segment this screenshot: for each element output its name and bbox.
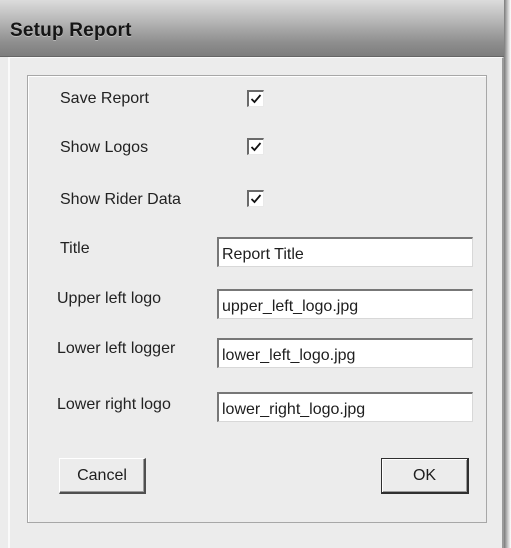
title-label: Title: [60, 240, 90, 257]
lower-right-logo-label: Lower right logo: [57, 396, 171, 413]
window-edge: [504, 0, 511, 548]
checkmark-icon: [250, 94, 262, 104]
ok-button[interactable]: OK: [381, 458, 469, 494]
upper-left-logo-label: Upper left logo: [57, 290, 162, 307]
save-report-checkbox[interactable]: [247, 90, 264, 107]
show-rider-data-label: Show Rider Data: [60, 191, 181, 208]
setup-report-dialog: Setup Report Save Report Show Logos Show…: [0, 0, 511, 548]
lower-left-logger-label: Lower left logger: [57, 340, 176, 357]
lower-left-logo-input[interactable]: [217, 338, 473, 368]
upper-left-logo-input[interactable]: [217, 289, 473, 319]
save-report-label: Save Report: [60, 90, 149, 107]
cancel-button[interactable]: Cancel: [59, 458, 146, 494]
title-bar[interactable]: Setup Report: [0, 0, 511, 57]
window-title: Setup Report: [10, 20, 132, 41]
show-rider-data-checkbox[interactable]: [247, 190, 264, 207]
show-logos-checkbox[interactable]: [247, 138, 264, 155]
checkmark-icon: [250, 194, 262, 204]
title-input[interactable]: [217, 237, 473, 267]
lower-right-logo-input[interactable]: [217, 392, 473, 422]
checkmark-icon: [250, 142, 262, 152]
show-logos-label: Show Logos: [60, 139, 149, 156]
